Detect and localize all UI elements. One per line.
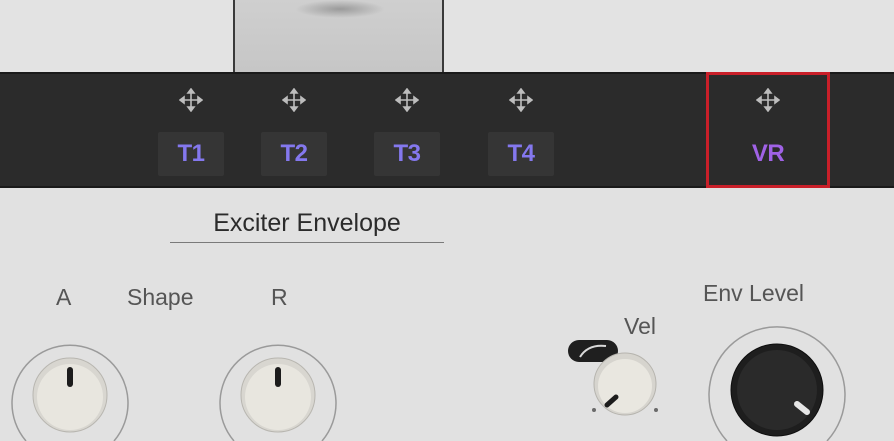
macro-label-vr[interactable]: VR <box>735 132 801 176</box>
macro-label-t3[interactable]: T3 <box>374 132 440 176</box>
env-level-knob[interactable] <box>701 312 853 441</box>
move-arrows-icon[interactable] <box>179 88 203 112</box>
section-title: Exciter Envelope <box>170 204 444 243</box>
shape-label: Shape <box>127 284 194 310</box>
move-arrows-icon[interactable] <box>509 88 533 112</box>
release-label: R <box>271 284 288 310</box>
macro-t3[interactable]: T3 <box>359 74 455 186</box>
macro-label-t4[interactable]: T4 <box>488 132 554 176</box>
env-level-label: Env Level <box>703 280 805 306</box>
macro-label-t1[interactable]: T1 <box>158 132 224 176</box>
velocity-knob[interactable] <box>585 350 665 420</box>
move-arrows-icon[interactable] <box>756 88 780 112</box>
attack-knob[interactable] <box>6 318 134 441</box>
attack-label: A <box>56 284 72 310</box>
top-panel-slot <box>233 0 444 72</box>
macro-t2[interactable]: T2 <box>246 74 342 186</box>
macro-t4[interactable]: T4 <box>473 74 569 186</box>
macro-vr[interactable]: VR <box>706 72 830 188</box>
macro-bar: T1 T2 T3 T4 VR <box>0 72 894 188</box>
move-arrows-icon[interactable] <box>282 88 306 112</box>
top-strip <box>0 0 894 72</box>
move-arrows-icon[interactable] <box>395 88 419 112</box>
macro-t1[interactable]: T1 <box>143 74 239 186</box>
velocity-label: Vel <box>624 313 656 339</box>
macro-label-t2[interactable]: T2 <box>261 132 327 176</box>
release-knob[interactable] <box>214 318 342 441</box>
